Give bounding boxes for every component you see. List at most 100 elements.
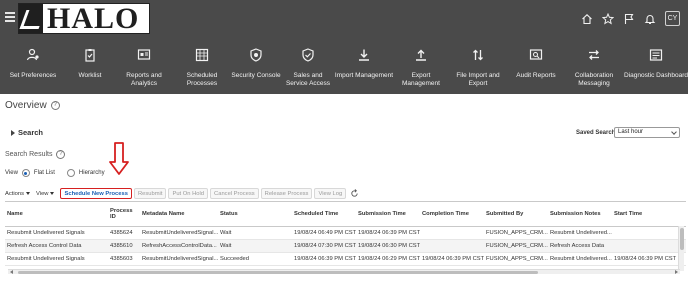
cell-scheduled-time: 19/08/24 06:49 PM CST [292, 226, 356, 240]
help-icon[interactable]: ? [50, 101, 60, 110]
col-header-completion-time[interactable]: Completion Time [420, 202, 484, 227]
cell-name: Resubmit Undelivered Signals [5, 252, 108, 266]
refresh-icon[interactable] [350, 189, 359, 198]
table-row[interactable]: Refresh Access Control Data 4385610 Refr… [5, 239, 686, 253]
search-disclosure[interactable]: Search [11, 128, 43, 137]
nav-label: Audit Reports [516, 72, 556, 79]
global-header: HALO CY Set Preferences Worklist Reports… [0, 0, 688, 94]
table-header-row: Name Process ID Metadata Name Status Sch… [5, 202, 686, 227]
table-row[interactable]: Resubmit Undelivered Signals 4385624 Res… [5, 226, 686, 240]
cancel-process-button[interactable]: Cancel Process [210, 188, 259, 199]
hierarchy-label[interactable]: Hierarchy [79, 170, 105, 176]
col-header-metadata-name[interactable]: Metadata Name [140, 202, 218, 227]
up-down-arrows-icon [471, 48, 485, 62]
search-label: Search [18, 128, 44, 137]
resubmit-button[interactable]: Resubmit [133, 188, 167, 199]
star-icon[interactable] [602, 12, 614, 25]
nav-label: Collaboration Messaging [574, 72, 614, 87]
cell-submission-time: 19/08/24 06:39 PM CST [356, 226, 420, 240]
scroll-left-icon[interactable] [10, 270, 13, 274]
cell-status: Wait [218, 226, 292, 240]
col-header-name[interactable]: Name [5, 202, 108, 227]
hierarchy-radio[interactable] [66, 169, 75, 177]
nav-file-import-and-export[interactable]: File Import and Export [448, 48, 508, 92]
nav-label: Export Management [402, 72, 440, 87]
nav-export-management[interactable]: Export Management [394, 48, 448, 92]
scrollbar-thumb[interactable] [680, 228, 684, 250]
nav-import-management[interactable]: Import Management [334, 48, 394, 92]
col-header-process-id[interactable]: Process ID [108, 202, 140, 227]
nav-set-preferences[interactable]: Set Preferences [0, 48, 66, 92]
logo[interactable]: HALO [18, 3, 150, 34]
annotation-arrow-icon [109, 142, 129, 175]
actions-menu-label: Actions [5, 190, 25, 197]
nav-collaboration-messaging[interactable]: Collaboration Messaging [564, 48, 624, 92]
cell-scheduled-time: 19/08/24 06:39 PM CST [292, 252, 356, 266]
scroll-right-icon[interactable] [675, 270, 678, 274]
release-process-button[interactable]: Release Process [260, 188, 313, 199]
col-header-submission-notes[interactable]: Submission Notes [548, 202, 612, 227]
view-log-button[interactable]: View Log [314, 188, 347, 199]
avatar[interactable]: CY [665, 11, 680, 26]
help-icon[interactable]: ? [56, 150, 66, 159]
cell-submission-notes: Resubmit Undelivered... [548, 226, 612, 240]
col-header-start-time[interactable]: Start Time [612, 202, 686, 227]
nav-security-console[interactable]: Security Console [230, 48, 282, 92]
page-title-text: Overview [5, 100, 47, 111]
user-settings-icon [26, 48, 40, 62]
search-results-title: Search Results ? [5, 150, 66, 159]
saved-search-select[interactable]: Last hour [614, 127, 680, 138]
expand-triangle-icon [11, 129, 15, 136]
header-icon-bar: CY [581, 11, 680, 26]
process-table: Name Process ID Metadata Name Status Sch… [5, 201, 686, 277]
chevron-down-icon [50, 192, 55, 195]
swap-arrows-icon [587, 48, 601, 62]
scrollbar-thumb[interactable] [18, 271, 538, 274]
flat-list-radio[interactable] [21, 169, 30, 177]
nav-scheduled-processes[interactable]: Scheduled Processes [174, 48, 230, 92]
actions-menu[interactable]: Actions [5, 190, 31, 197]
nav-label: Import Management [334, 72, 394, 79]
cell-submitted-by: FUSION_APPS_CRM... [484, 239, 548, 253]
table-vertical-scrollbar[interactable] [678, 226, 684, 271]
nav-audit-reports[interactable]: Audit Reports [508, 48, 564, 92]
nav-diagnostic-dashboard[interactable]: Diagnostic Dashboard [624, 48, 688, 92]
search-results-text: Search Results [5, 151, 53, 158]
table-row[interactable]: Resubmit Undelivered Signals 4385603 Res… [5, 252, 686, 266]
nav-label: Reports and Analytics [126, 72, 162, 87]
chevron-down-icon [671, 129, 677, 135]
flag-icon[interactable] [623, 13, 635, 25]
nav-label: Security Console [231, 72, 281, 79]
cell-start-time: 19/08/24 06:39 PM CST [612, 252, 686, 266]
cell-name: Refresh Access Control Data [5, 239, 108, 253]
col-header-scheduled-time[interactable]: Scheduled Time [292, 202, 356, 227]
nav-reports-and-analytics[interactable]: Reports and Analytics [114, 48, 174, 92]
nav-sales-and-service-access[interactable]: Sales and Service Access [282, 48, 334, 92]
home-icon[interactable] [581, 13, 593, 25]
put-on-hold-button[interactable]: Put On Hold [168, 188, 209, 199]
nav-label: File Import and Export [456, 72, 500, 87]
nav-label: Scheduled Processes [186, 72, 218, 87]
dashboard-icon [649, 48, 663, 62]
shield-check-icon [301, 48, 315, 62]
logo-mark-icon [19, 4, 43, 33]
col-header-submitted-by[interactable]: Submitted By [484, 202, 548, 227]
view-mode-label: View [5, 170, 18, 176]
cell-submission-notes: Resubmit Undelivered... [548, 252, 612, 266]
hamburger-menu-icon[interactable] [5, 12, 15, 22]
view-menu[interactable]: View [36, 191, 55, 197]
nav-label: Sales and Service Access [285, 72, 331, 87]
cell-process-id: 4385610 [108, 239, 140, 253]
cell-name: Resubmit Undelivered Signals [5, 226, 108, 240]
table-horizontal-scrollbar[interactable] [8, 269, 680, 274]
cell-status: Succeeded [218, 252, 292, 266]
schedule-new-process-button[interactable]: Schedule New Process [60, 188, 132, 199]
col-header-status[interactable]: Status [218, 202, 292, 227]
flat-list-label[interactable]: Flat List [34, 170, 55, 176]
nav-worklist[interactable]: Worklist [66, 48, 114, 92]
bell-icon[interactable] [644, 13, 656, 25]
cell-start-time [612, 239, 686, 253]
cell-process-id: 4385603 [108, 252, 140, 266]
cell-submission-time: 19/08/24 06:30 PM CST [356, 239, 420, 253]
col-header-submission-time[interactable]: Submission Time [356, 202, 420, 227]
